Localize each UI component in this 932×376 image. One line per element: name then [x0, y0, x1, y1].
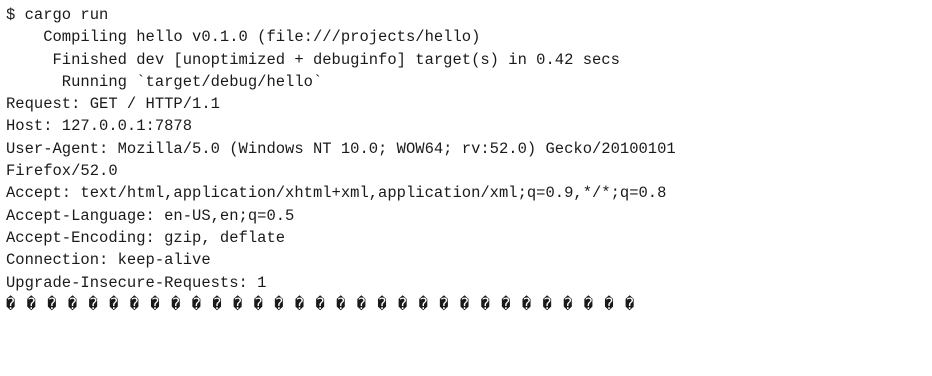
connection-header-line: Connection: keep-alive [6, 251, 211, 270]
terminal-output: $ cargo run Compiling hello v0.1.0 (file… [0, 0, 932, 376]
running-line: Running `target/debug/hello` [6, 72, 323, 91]
replacement-characters-line: � � � � � � � � � � � � � � � � � � � � … [6, 295, 636, 314]
user-agent-continuation-line: Firefox/52.0 [6, 162, 118, 181]
user-agent-header-line: User-Agent: Mozilla/5.0 (Windows NT 10.0… [6, 139, 676, 158]
upgrade-insecure-requests-header-line: Upgrade-Insecure-Requests: 1 [6, 273, 267, 292]
accept-language-header-line: Accept-Language: en-US,en;q=0.5 [6, 206, 295, 225]
accept-encoding-header-line: Accept-Encoding: gzip, deflate [6, 228, 286, 247]
command-prompt-line: $ cargo run [6, 6, 109, 24]
compiling-line: Compiling hello v0.1.0 (file:///projects… [6, 28, 481, 47]
finished-line: Finished dev [unoptimized + debuginfo] t… [6, 50, 620, 69]
host-header-line: Host: 127.0.0.1:7878 [6, 117, 193, 136]
accept-header-line: Accept: text/html,application/xhtml+xml,… [6, 184, 667, 203]
request-line: Request: GET / HTTP/1.1 [6, 95, 220, 114]
